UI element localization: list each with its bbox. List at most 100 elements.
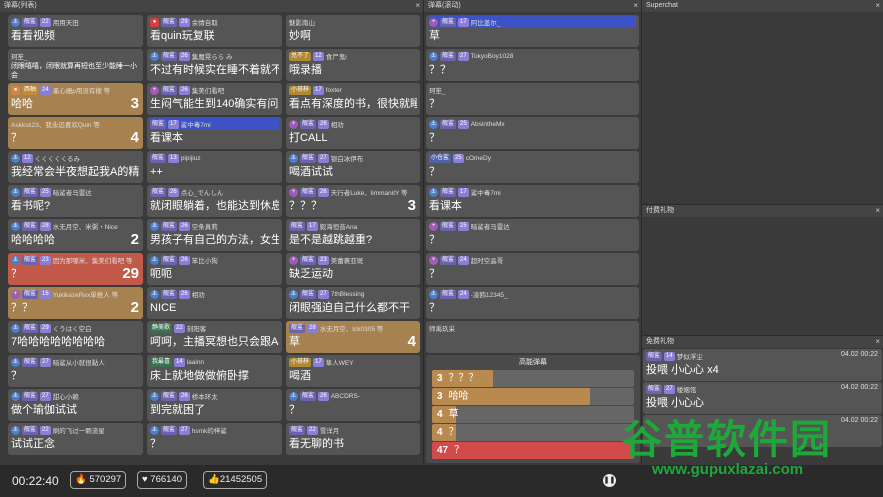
danmaku-card[interactable]: ⚓ 舰鲨 25 暗鲨者马雷达 看书呢?: [8, 185, 143, 217]
username: 毅海恒音Ana: [319, 224, 358, 231]
danmaku-card[interactable]: 舰鲨 22 雪洋月 看无聊的书: [286, 423, 420, 455]
danmaku-card[interactable]: 魅影南山 妙啊: [286, 15, 420, 47]
level-badge: 28: [307, 323, 318, 333]
danmaku-meta: ⚓ 舰鲨 27 TokyoBoy1028: [429, 50, 636, 62]
danmaku-card[interactable]: Askksk23、我永远喜欢Quin 等 ？ 4: [8, 117, 143, 149]
danmaku-card[interactable]: + 舰鲨 23 美蕾裹亚斑 缺乏运动: [286, 253, 420, 285]
fan-badge: 舰鲨: [161, 391, 178, 401]
high-energy-text: ？？？: [448, 373, 479, 384]
fan-badge: 舰鲨: [440, 221, 457, 231]
danmaku-message: 呃呃: [150, 268, 172, 280]
danmaku-card[interactable]: + 舰鲨 17 阿比盖尔_ 草: [426, 15, 639, 47]
danmaku-card[interactable]: 舰鲨26点心_でんしん就闭眼躺着，也能达到休息的效果其实: [147, 185, 282, 217]
danmaku-card[interactable]: + 舰鲨 25 暗鲨者马雷达 ？: [426, 219, 639, 251]
danmaku-card[interactable]: ⚓ 舰鲨 27 TokyoBoy1028 ？？: [426, 49, 639, 81]
close-icon[interactable]: ×: [875, 0, 880, 12]
danmaku-card[interactable]: ● 舰鲨 29 余情自取 看quin玩复联: [147, 15, 282, 47]
danmaku-card[interactable]: + 舰鲨 26 天行者Luke、limmanitY 等 ？？？ 3: [286, 185, 420, 217]
danmaku-card[interactable]: ⚓ 舰鲨 27 银白冰伊布 喝酒试试: [286, 151, 420, 183]
level-badge: 14: [174, 357, 185, 367]
danmaku-meta: + 舰鲨 26 相劝: [289, 118, 417, 130]
danmaku-card[interactable]: + 舰鲨 26 相劝 打CALL: [286, 117, 420, 149]
danmaku-card[interactable]: ⚓ 舰鲨 17 鲨中毒7mi 看课本: [426, 185, 639, 217]
danmaku-column-1: ⚓ 舰鲨 22 用用天田 看看视频 珂笙_ 闭眼嘻嘻，闭眼就算再短也至少能睡一小会 ● 西柚 24…: [7, 14, 144, 456]
danmaku-message: 男孩子有自己的方法，女生就不知道了: [150, 234, 279, 246]
close-icon[interactable]: ×: [875, 205, 880, 217]
danmaku-card[interactable]: 舰鲨 28 水无月空、tck0305 等草 4: [286, 321, 420, 353]
danmaku-card[interactable]: ⚓ 舰鲨 24 -凌鸥12345_ ？: [426, 287, 639, 319]
danmaku-card[interactable]: ⚓ 舰鲨 26 桥本环太 到完就困了: [147, 389, 282, 421]
danmaku-meta: 小孩梓 17 隼人WEY: [289, 356, 417, 368]
danmaku-card[interactable]: + 舰鲨 16 YukikazeRex单推人 等 ？？ 2: [8, 287, 143, 319]
fan-badge: 舰鲨: [22, 323, 39, 333]
danmaku-card[interactable]: ⚓ 舰鲨 26 ABCDRS- ？: [286, 389, 420, 421]
level-badge: 17: [313, 357, 324, 367]
panel-header: 弹幕(列表) ×: [0, 0, 423, 12]
danmaku-card[interactable]: 舰鲨 17 鲨中毒7mi 看课本: [147, 117, 282, 149]
danmaku-card[interactable]: 小孩梓17foxter 看点有深度的书，很快就睡着了: [286, 83, 420, 115]
danmaku-card[interactable]: 我最喜 14 laainn 床上就地做做俯卧撑: [147, 355, 282, 387]
danmaku-card[interactable]: ⚓舰鲨26空条真莉男孩子有自己的方法，女生就不知道了: [147, 219, 282, 251]
danmaku-card[interactable]: ⚓ 舰鲨 27 暗鲨从小就很黏人 ？: [8, 355, 143, 387]
high-energy-text: 草: [448, 409, 459, 420]
danmaku-card[interactable]: ● 西柚 24 墨心栅p用没有搜 等哈哈 3: [8, 83, 143, 115]
fan-badge: 舰鲨: [646, 351, 663, 361]
danmaku-card[interactable]: ⚓ 舰鲨 22 刷的飞过一颗流星 试试正念: [8, 423, 143, 455]
danmaku-card[interactable]: ⚓舰鲨26集魔晃らら み不过有时候实在睡不着就不睡了: [147, 49, 282, 81]
high-energy-label: 3 哈哈: [432, 388, 634, 405]
fan-badge: 舰鲨: [22, 289, 39, 299]
danmaku-card[interactable]: 珂笙_ ？: [426, 83, 639, 115]
danmaku-card[interactable]: ⚓12くくくくくるみ我经常会半夜想起我A的精彩操作睡不着: [8, 151, 143, 183]
close-icon[interactable]: ×: [875, 336, 880, 348]
gift-row[interactable]: 舰鲨 14 梦似浮尘 04.02 00:22 投喂 小心心 x4: [643, 349, 882, 381]
danmaku-card[interactable]: 师禹玖采: [426, 321, 639, 353]
level-badge: 25: [40, 187, 51, 197]
danmaku-card[interactable]: ⚓ 舰鲨 25 AbsintheMx ？: [426, 117, 639, 149]
danmaku-card[interactable]: 舰鲨 17 毅海恒音Ana 是不是越跳越重?: [286, 219, 420, 251]
square-icon: ●: [11, 85, 20, 95]
danmaku-card[interactable]: + 舰鲨 24 超时空晶哥 ？: [426, 253, 639, 285]
username: 鲨中毒7mi: [470, 190, 501, 197]
level-badge: 27: [40, 391, 51, 401]
danmaku-meta: ⚓ 舰鲨 28 水无月空、米粥・Nice: [11, 220, 140, 232]
danmaku-card[interactable]: 兑不了 12 食尸鬼i 哦录播: [286, 49, 420, 81]
high-energy-count: 3: [437, 373, 443, 384]
gift-row[interactable]: 舰鲨 27 楼姻瓴 04.02 00:22 投喂 小心心: [643, 382, 882, 414]
danmaku-card[interactable]: ⚓ 舰鲨 28 水无月空、米粥・Nice 哈哈哈哈 2: [8, 219, 143, 251]
panel-title: 免费礼物: [646, 338, 674, 345]
danmaku-card[interactable]: ⚓ 舰鲨 26 笨比小狗 呃呃: [147, 253, 282, 285]
level-badge: 26: [179, 51, 190, 61]
username: 甜心小赖: [52, 394, 79, 401]
danmaku-card[interactable]: ⚓ 舰鲨 27 7thBlessing 闭眼强迫自己什么都不干: [286, 287, 420, 319]
high-energy-title: 高能弹幕: [519, 359, 547, 366]
danmaku-card[interactable]: 静美歌22刻阳客呵呵，主播冥想也只会跟A相关: [147, 321, 282, 353]
username: 鲨中毒7mi: [180, 122, 211, 129]
heart-icon: ♥: [142, 474, 148, 485]
danmaku-message: 打CALL: [289, 132, 328, 144]
username: 珂笙_: [429, 88, 446, 95]
danmaku-card[interactable]: + 舰鲨 26 集美们看吧 生闷气能生到140确实有问题: [147, 83, 282, 115]
danmaku-card[interactable]: ⚓ 舰鲨 27 hsmk的梓鲨 ？: [147, 423, 282, 455]
danmaku-card[interactable]: ⚓ 舰鲨 23 因为那哪米、集美们看吧 等 ？ 29: [8, 253, 143, 285]
fan-badge: 舰鲨: [289, 221, 306, 231]
danmaku-meta: 舰鲨 22 雪洋月: [289, 424, 417, 436]
danmaku-card[interactable]: 小仓鲨 25 cOmeDy ？: [426, 151, 639, 183]
danmaku-card[interactable]: 小孩梓 17 隼人WEY 喝酒: [286, 355, 420, 387]
level-badge: 26: [179, 391, 190, 401]
high-energy-row: 3 ？？？: [432, 370, 634, 387]
danmaku-card[interactable]: ⚓ 舰鲨 26 相劝 NICE: [147, 287, 282, 319]
danmaku-card[interactable]: ⚓ 舰鲨 22 用用天田 看看视频: [8, 15, 143, 47]
fan-badge: 舰鲨: [161, 221, 178, 231]
username: 用用天田: [52, 20, 79, 27]
danmaku-card[interactable]: 珂笙_ 闭眼嘻嘻，闭眼就算再短也至少能睡一小会: [8, 49, 143, 81]
close-icon[interactable]: ×: [415, 0, 420, 12]
gift-row[interactable]: 04.02 00:22: [643, 415, 882, 447]
high-energy-count: 3: [437, 391, 443, 402]
close-icon[interactable]: ×: [633, 0, 638, 12]
danmaku-card[interactable]: ⚓ 舰鲨 29 くうはく空白 7哈哈哈哈哈哈哈哈: [8, 321, 143, 353]
fan-badge: 舰鲨: [440, 119, 457, 129]
pause-icon[interactable]: ❚❚: [603, 474, 616, 487]
danmaku-card[interactable]: 舰鲨 13 pipijiuz ++: [147, 151, 282, 183]
level-badge: 17: [307, 221, 318, 231]
danmaku-card[interactable]: ⚓ 舰鲨 27 甜心小赖 做个瑜伽试试: [8, 389, 143, 421]
